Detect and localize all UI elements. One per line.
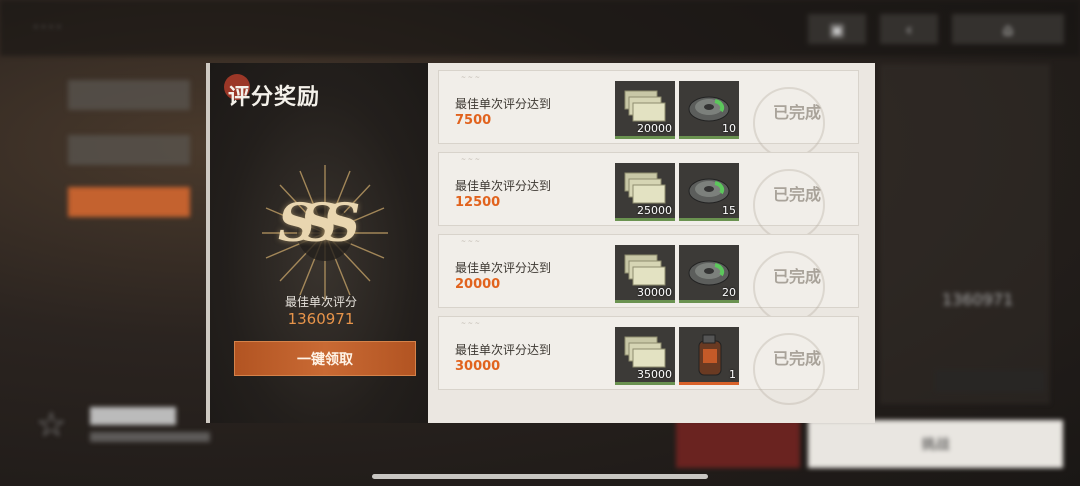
best-score-label: 最佳单次评分: [284, 295, 357, 309]
score-summary-panel: 评分奖励 SSS 最佳单次评分 1360971 一键领取: [206, 63, 432, 423]
claim-all-button[interactable]: 一键领取: [234, 341, 416, 376]
reward-item[interactable]: 20: [679, 245, 739, 303]
reward-item[interactable]: 35000: [615, 327, 675, 385]
background-title: · · · ·: [34, 20, 61, 34]
reward-item[interactable]: 20000: [615, 81, 675, 139]
background-right-score: 1360971: [942, 290, 1014, 309]
completed-status: 已完成: [773, 103, 822, 122]
completed-stamp-icon: [753, 333, 825, 405]
background-tab-active: [68, 187, 190, 217]
background-red-button: [676, 420, 800, 468]
row-decoration: ~ ~ ~: [461, 238, 480, 245]
reward-condition-label: 最佳单次评分达到: [455, 261, 552, 275]
reward-target-score: 12500: [455, 195, 501, 210]
completed-status: 已完成: [773, 185, 822, 204]
background-challenge-button: 挑战: [808, 420, 1063, 468]
background-note-line: [90, 432, 210, 442]
completed-stamp-icon: [753, 251, 825, 323]
item-quantity: 15: [722, 204, 736, 217]
reward-target-score: 30000: [455, 359, 501, 374]
reward-item[interactable]: 1: [679, 327, 739, 385]
background-note: [90, 407, 176, 425]
reward-condition-label: 最佳单次评分达到: [455, 343, 552, 357]
reward-item[interactable]: 10: [679, 81, 739, 139]
background-home-icon: ⌂: [952, 14, 1064, 44]
rank-text: SSS: [278, 193, 360, 254]
row-decoration: ~ ~ ~: [461, 156, 480, 163]
reward-condition-label: 最佳单次评分达到: [455, 97, 552, 111]
completed-stamp-icon: [753, 169, 825, 241]
completed-status: 已完成: [773, 349, 822, 368]
completed-status: 已完成: [773, 267, 822, 286]
reward-item[interactable]: 30000: [615, 245, 675, 303]
item-quantity: 25000: [637, 204, 672, 217]
row-decoration: ~ ~ ~: [461, 320, 480, 327]
reward-item[interactable]: 15: [679, 163, 739, 221]
item-quantity: 20: [722, 286, 736, 299]
reward-row: ~ ~ ~ 最佳单次评分达到 7500 20000 10 已完成: [438, 70, 859, 159]
best-score-value: 1360971: [287, 310, 355, 328]
modal-title: 评分奖励: [228, 84, 321, 110]
rank-emblem: SSS: [260, 163, 390, 303]
reward-list: ~ ~ ~ 最佳单次评分达到 7500 20000 10 已完成 ~ ~ ~ 最…: [428, 63, 875, 423]
reward-target-score: 20000: [455, 277, 501, 292]
background-tab: [68, 80, 190, 110]
reward-row: ~ ~ ~ 最佳单次评分达到 12500 25000 15 已完成: [438, 152, 859, 241]
background-back-icon: ‹: [880, 14, 938, 44]
reward-row: ~ ~ ~ 最佳单次评分达到 30000 35000 1 已完成: [438, 316, 859, 405]
reward-target-score: 7500: [455, 113, 492, 128]
reward-item[interactable]: 25000: [615, 163, 675, 221]
item-quantity: 35000: [637, 368, 672, 381]
row-decoration: ~ ~ ~: [461, 74, 480, 81]
item-quantity: 20000: [637, 122, 672, 135]
background-right-panel: [880, 64, 1050, 404]
background-icon-button: ▣: [808, 14, 866, 44]
item-quantity: 30000: [637, 286, 672, 299]
background-right-chip: [935, 370, 1045, 392]
reward-row: ~ ~ ~ 最佳单次评分达到 20000 30000 20 已完成: [438, 234, 859, 323]
item-quantity: 1: [729, 368, 736, 381]
home-indicator[interactable]: [372, 474, 708, 479]
completed-stamp-icon: [753, 87, 825, 159]
background-tab: [68, 135, 190, 165]
background-star-icon: ☆: [36, 405, 67, 445]
item-quantity: 10: [722, 122, 736, 135]
reward-condition-label: 最佳单次评分达到: [455, 179, 552, 193]
